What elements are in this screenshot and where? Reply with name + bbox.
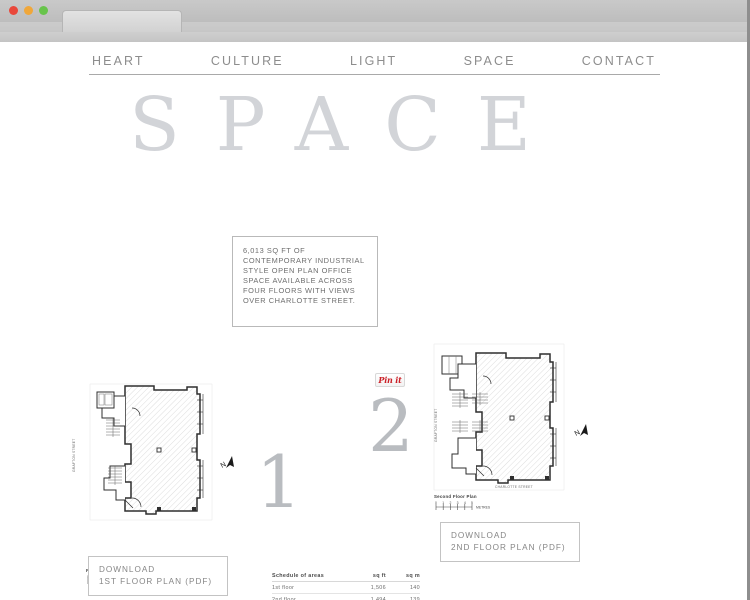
download-second-line2: 2ND FLOOR PLAN (PDF)	[451, 542, 566, 552]
svg-text:N: N	[220, 461, 228, 470]
svg-text:1: 1	[442, 501, 444, 505]
nav-item-light[interactable]: LIGHT	[350, 54, 397, 68]
svg-text:2: 2	[449, 501, 451, 505]
first-floor-plan-svg: N	[89, 383, 234, 521]
download-first-line2: 1ST FLOOR PLAN (PDF)	[99, 576, 213, 586]
header-sqft: sq ft	[352, 570, 386, 583]
svg-text:N: N	[574, 429, 582, 438]
nav-item-contact[interactable]: CONTACT	[582, 54, 656, 68]
table-row: 2nd floor 1,494 139	[272, 593, 420, 600]
row-sqm: 140	[386, 581, 420, 595]
row-sqft: 1,506	[352, 581, 386, 595]
first-floor-plan-drawing[interactable]: N	[84, 378, 254, 558]
svg-text:0: 0	[435, 501, 437, 505]
nav-item-space[interactable]: SPACE	[464, 54, 516, 68]
second-floor-plan-svg: N	[433, 343, 588, 491]
table-row: 1st floor 1,506 140	[272, 581, 420, 595]
north-arrow: N	[220, 456, 234, 470]
browser-tab[interactable]	[62, 10, 182, 32]
second-plan-scale-bar: 0 1 2 3 4 5 METRES	[434, 500, 514, 518]
nav-item-heart[interactable]: HEART	[92, 54, 145, 68]
row-floor-label: 2nd floor	[272, 593, 352, 600]
header-schedule-label: Schedule of areas	[272, 570, 352, 583]
north-arrow: N	[574, 424, 588, 438]
browser-chrome	[0, 0, 750, 42]
tab-strip	[0, 10, 750, 32]
description-text: 6,013 SQ FT OF CONTEMPORARY INDUSTRIAL S…	[243, 246, 365, 306]
first-plan-side-street-label: GRAFTON STREET	[72, 438, 76, 472]
floor-numeral-1: 1	[256, 440, 302, 524]
second-floor-plan-drawing[interactable]: N	[428, 338, 603, 518]
row-floor-label: 1st floor	[272, 581, 352, 595]
schedule-of-areas-table: Schedule of areas sq ft sq m 1st floor 1…	[272, 570, 420, 600]
download-first-floor-plan-button[interactable]: DOWNLOAD 1ST FLOOR PLAN (PDF)	[88, 556, 228, 596]
page-title: SPACE	[129, 82, 567, 168]
nav-divider	[89, 74, 660, 75]
row-sqm: 139	[386, 593, 420, 600]
main-navigation[interactable]: HEART CULTURE LIGHT SPACE CONTACT	[88, 54, 660, 68]
svg-text:3: 3	[457, 501, 459, 505]
floor-numeral-2: 2	[368, 384, 414, 468]
second-plan-side-street-label: GRAFTON STREET	[434, 408, 438, 442]
second-plan-caption: Second Floor Plan	[434, 494, 477, 499]
nav-item-culture[interactable]: CULTURE	[211, 54, 284, 68]
page-content: HEART CULTURE LIGHT SPACE CONTACT SPACE …	[0, 42, 747, 600]
download-first-line1: DOWNLOAD	[99, 565, 156, 574]
description-box: 6,013 SQ FT OF CONTEMPORARY INDUSTRIAL S…	[232, 236, 378, 327]
second-plan-bottom-street-label: CHARLOTTE STREET	[495, 485, 533, 489]
browser-toolbar	[0, 32, 750, 42]
browser-window: HEART CULTURE LIGHT SPACE CONTACT SPACE …	[0, 0, 750, 600]
svg-text:5: 5	[471, 501, 473, 505]
download-second-line1: DOWNLOAD	[451, 531, 508, 540]
download-second-floor-plan-button[interactable]: DOWNLOAD 2ND FLOOR PLAN (PDF)	[440, 522, 580, 562]
row-sqft: 1,494	[352, 593, 386, 600]
second-plan-scale-units: METRES	[476, 506, 491, 510]
table-header-row: Schedule of areas sq ft sq m	[272, 570, 420, 583]
header-sqm: sq m	[386, 570, 420, 583]
svg-text:4: 4	[464, 501, 466, 505]
